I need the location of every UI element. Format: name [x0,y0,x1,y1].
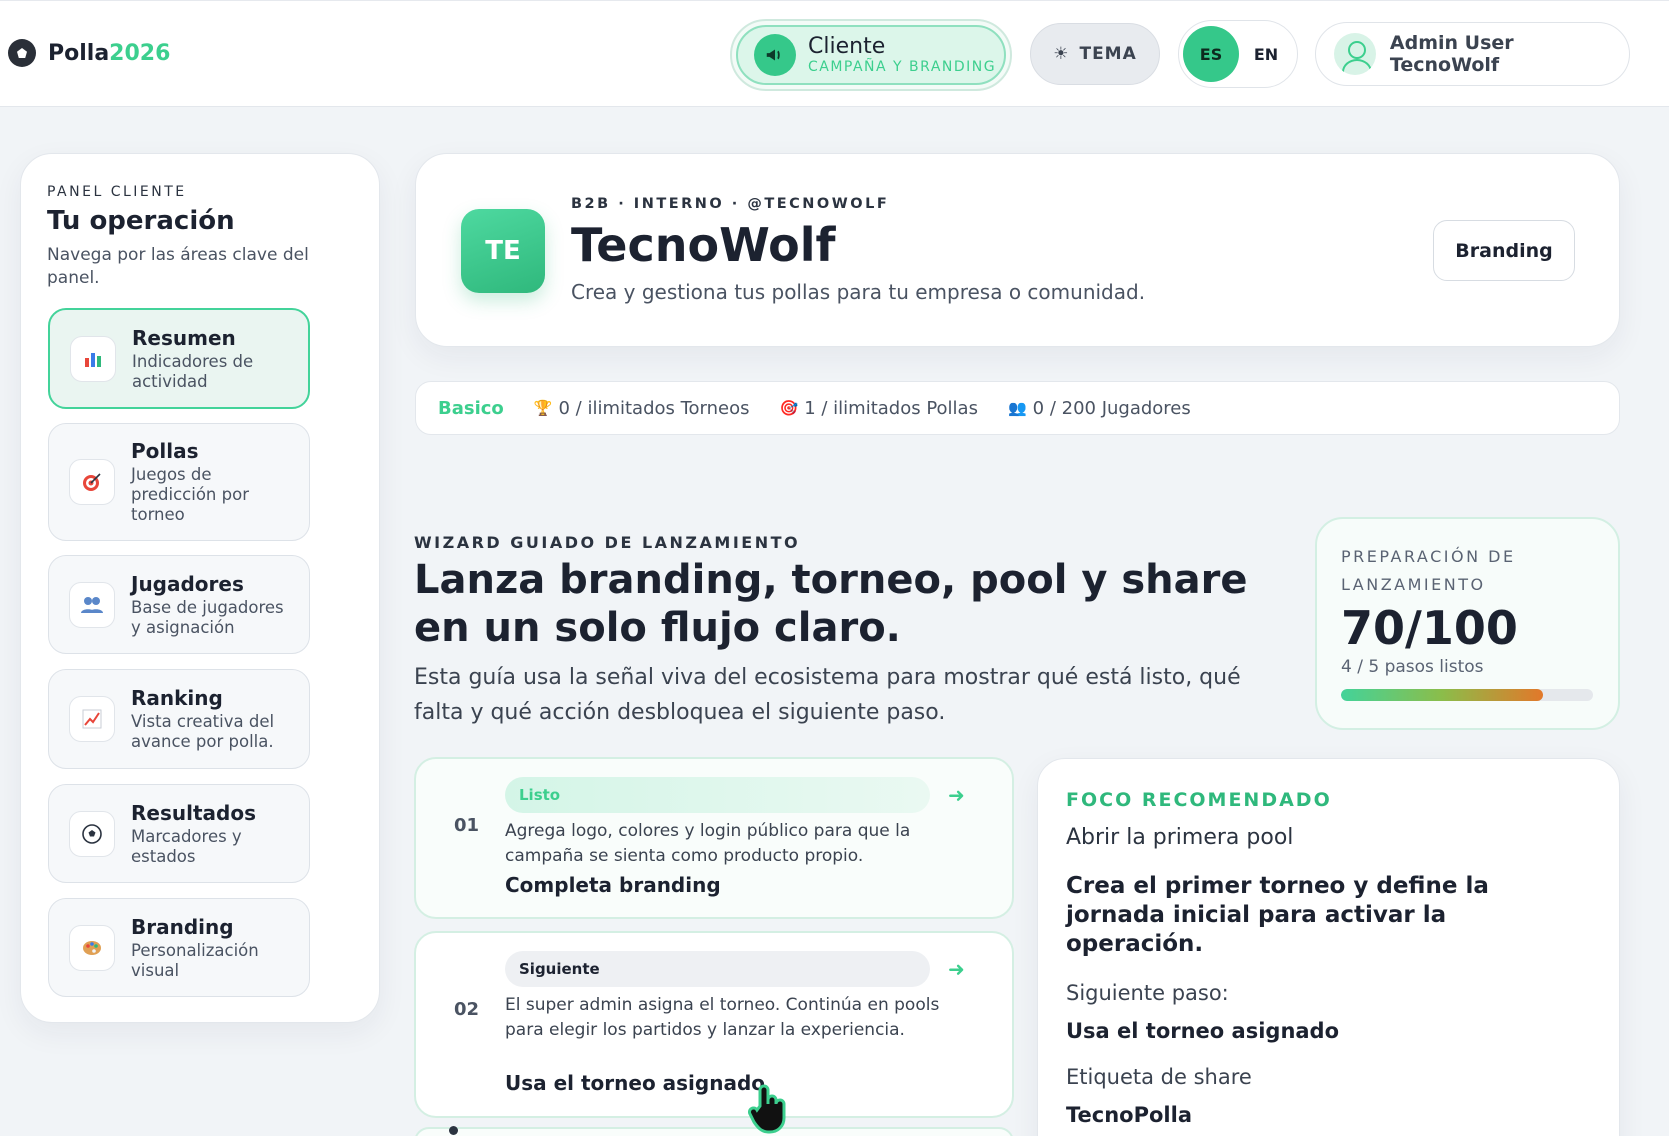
next-step-label: Siguiente paso: [1066,981,1229,1005]
palette-icon [69,924,115,971]
user-name: Admin User TecnoWolf [1389,32,1514,76]
soccer-ball-icon [69,810,115,857]
organization-logo: TE [461,209,545,293]
sidebar-item-pollas[interactable]: Pollas Juegos de predicción por torneo [48,423,310,541]
brand-year: 2026 [109,40,171,66]
wizard-step-card[interactable] [414,1127,1014,1136]
step-indicator-dot [449,1126,458,1135]
organization-eyebrow: B2B · INTERNO · @TECNOWOLF [571,196,890,212]
wizard-step-card[interactable]: 01 Listo ➜ Agrega logo, colores y login … [414,757,1014,919]
sidebar-item-title: Pollas [131,439,199,463]
sidebar-title: Tu operación [47,206,235,236]
step-description: El super admin asigna el torneo. Continú… [505,995,940,1040]
share-label: Etiqueta de share [1066,1065,1252,1089]
sidebar-item-subtitle: Base de jugadores y asignación [131,597,284,637]
language-switch: ES EN [1178,20,1298,88]
sidebar-item-resumen[interactable]: Resumen Indicadores de actividad [48,308,310,409]
sun-icon: ☀ [1053,44,1070,64]
branding-button[interactable]: Branding [1433,220,1575,281]
step-status-badge: Siguiente [505,951,930,987]
user-menu[interactable]: Admin User TecnoWolf [1315,22,1630,86]
sidebar-item-subtitle: Juegos de predicción por torneo [131,465,249,524]
tournaments-usage-label: 0 / ilimitados Torneos [558,397,750,419]
focus-lead: Crea el primer torneo y define la jornad… [1066,873,1489,957]
readiness-progress-fill [1341,689,1543,701]
plan-usage-bar: Basico 🏆 0 / ilimitados Torneos 🎯 1 / il… [415,381,1620,435]
bar-chart-icon [70,335,116,382]
readiness-eyebrow: PREPARACIÓN DE LANZAMIENTO [1341,547,1516,594]
wizard-description: Esta guía usa la señal viva del ecosiste… [414,665,1241,725]
client-mode-title: Cliente [808,34,886,59]
sidebar-item-title: Ranking [131,686,223,710]
step-number: 02 [454,999,480,1020]
lang-en-button[interactable]: EN [1239,45,1293,64]
trophy-icon: 🏆 [533,399,553,417]
step-description: Agrega logo, colores y login público par… [505,821,911,866]
theme-label: TEMA [1079,44,1137,64]
sidebar-eyebrow: PANEL CLIENTE [47,184,187,200]
top-bar: Polla2026 Cliente CAMPAÑA Y BRANDING ☀ T… [0,0,1669,107]
wizard-title: Lanza branding, torneo, pool y share en … [414,557,1248,651]
people-icon: 👥 [1007,399,1027,417]
theme-toggle[interactable]: ☀ TEMA [1030,23,1160,85]
sidebar-item-resultados[interactable]: Resultados Marcadores y estados [48,784,310,883]
step-action[interactable]: Completa branding [505,873,721,897]
arrow-right-icon[interactable]: ➜ [948,957,965,981]
wizard-step-card[interactable]: 02 Siguiente ➜ El super admin asigna el … [414,931,1014,1118]
plan-name: Basico [438,397,504,419]
sidebar-item-subtitle: Marcadores y estados [131,826,242,866]
soccer-ball-icon [8,39,36,67]
sidebar-item-title: Branding [131,914,234,939]
organization-name: TecnoWolf [571,218,836,272]
sidebar-item-title: Resultados [131,800,256,825]
recommended-focus-card: FOCO RECOMENDADO Abrir la primera pool C… [1037,758,1620,1136]
sidebar-item-subtitle: Vista creativa del avance por polla. [131,712,275,751]
focus-eyebrow: FOCO RECOMENDADO [1066,789,1332,811]
arrow-right-icon[interactable]: ➜ [948,783,965,807]
readiness-steps: 4 / 5 pasos listos [1341,657,1484,677]
focus-item: Abrir la primera pool [1066,825,1294,850]
sidebar-item-title: Jugadores [131,571,244,596]
pools-usage-label: 1 / ilimitados Pollas [804,397,978,419]
target-icon [69,459,115,505]
sidebar-item-subtitle: Personalización visual [131,940,259,980]
wizard-eyebrow: WIZARD GUIADO DE LANZAMIENTO [414,533,801,552]
sidebar-item-title: Resumen [132,325,236,350]
organization-tagline: Crea y gestiona tus pollas para tu empre… [571,280,1146,304]
brand-name: Polla [48,40,110,66]
megaphone-icon [754,34,796,76]
players-usage: 👥 0 / 200 Jugadores [1008,398,1191,419]
players-usage-label: 0 / 200 Jugadores [1032,397,1191,419]
hand-cursor-icon [748,1084,786,1134]
readiness-score: 70/100 [1341,601,1518,655]
brand-logo[interactable]: Polla2026 [8,39,170,67]
client-mode-subtitle: CAMPAÑA Y BRANDING [808,59,997,75]
sidebar-item-subtitle: Indicadores de actividad [132,351,254,391]
avatar [1334,33,1376,75]
step-status-badge: Listo [505,777,930,813]
sidebar-description: Navega por las áreas clave del panel. [47,245,309,288]
share-value: TecnoPolla [1066,1103,1192,1127]
launch-readiness-card: PREPARACIÓN DE LANZAMIENTO 70/100 4 / 5 … [1315,517,1620,730]
trend-chart-icon [69,696,115,742]
pools-usage: 🎯 1 / ilimitados Pollas [780,398,978,419]
readiness-progress-bar [1341,689,1593,701]
tournaments-usage: 🏆 0 / ilimitados Torneos [534,398,750,419]
organization-header: TE B2B · INTERNO · @TECNOWOLF TecnoWolf … [415,153,1620,347]
target-icon: 🎯 [779,399,799,417]
sidebar-item-jugadores[interactable]: Jugadores Base de jugadores y asignación [48,555,310,654]
sidebar-item-branding[interactable]: Branding Personalización visual [48,898,310,997]
step-action[interactable]: Usa el torneo asignado [505,1071,765,1095]
next-step-value: Usa el torneo asignado [1066,1019,1340,1043]
sidebar-item-ranking[interactable]: Ranking Vista creativa del avance por po… [48,669,310,769]
client-mode-pill[interactable]: Cliente CAMPAÑA Y BRANDING [730,19,1012,91]
step-number: 01 [454,815,480,836]
people-icon [69,581,115,628]
lang-es-button[interactable]: ES [1183,26,1239,82]
